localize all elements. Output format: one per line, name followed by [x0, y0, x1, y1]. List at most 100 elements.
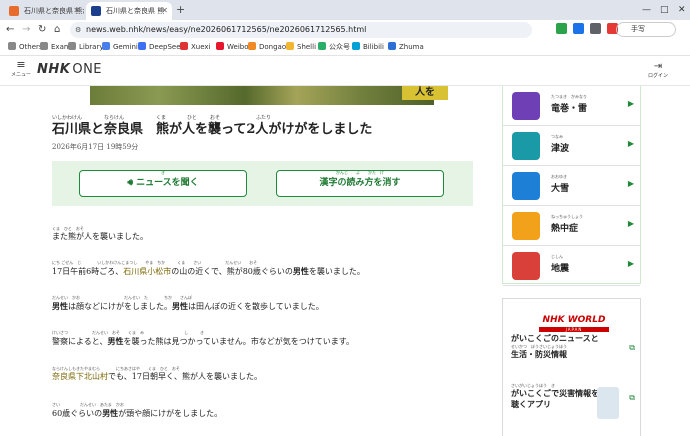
bookmark-icon — [40, 42, 48, 50]
main-content: 人を いしかわけん ならけん くま ひと おそ ふたり 石川県と奈良県 熊が人を… — [0, 86, 690, 436]
text-segment: の山の近くで、熊が80歳ぐらいの — [171, 267, 293, 276]
bookmark-icon — [286, 42, 294, 50]
nhk-world-logo[interactable]: NHK WORLD JAPAN — [539, 307, 609, 332]
emphasized-word: 男性 — [107, 336, 124, 346]
listen-label: ニュースを聞く — [136, 178, 199, 188]
article-header: いしかわけん ならけん くま ひと おそ ふたり 石川県と奈良県 熊が人を襲って… — [52, 114, 476, 152]
extension-icon[interactable] — [590, 23, 601, 34]
disaster-links-panel: たつまき かみなり 竜巻・雷 ▶ つなみ 津波 ▶ おおゆき 大雪 ▶ ねっちゅうしょう 熱中症 ▶ じ… — [502, 86, 641, 286]
text-segment: 17日午前6時ごろ、 — [52, 267, 124, 276]
text-segment: を襲いました。 — [308, 267, 365, 276]
paragraph-ruby: にち ごぜん じ いしかわけんこまつし やま ちか くま さい だんせい おそ — [52, 260, 258, 265]
bookmark-icon — [388, 42, 396, 50]
world-link-app[interactable]: さいがいじょうほう き がいこくごで災害情報を 聴くアプリ ⧉ — [511, 383, 635, 419]
browser-tab-1[interactable]: 石川県と奈良県 熊が人を ✕ — [4, 2, 84, 20]
new-tab-button[interactable]: + — [176, 2, 185, 18]
window-controls: — □ ✕ — [580, 0, 690, 20]
bookmark-item[interactable]: Bilibili — [352, 40, 384, 55]
button-ruby: き — [161, 170, 165, 175]
emphasized-word: 男性 — [292, 266, 309, 276]
bookmark-item[interactable]: Weibo — [216, 40, 249, 55]
page-title: 石川県と奈良県 熊が人を襲って2人がけがをしました — [52, 122, 373, 137]
bookmark-item[interactable]: Others — [8, 40, 43, 55]
logo-sub: ONE — [72, 62, 103, 77]
bookmark-icon — [138, 42, 146, 50]
close-window-icon[interactable]: ✕ — [678, 0, 686, 20]
hide-ruby-button[interactable]: かんじ よ かた け 漢字の読み方を消す — [276, 170, 444, 197]
text-segment: は田んぼの近くを散歩していました。 — [188, 302, 324, 311]
emphasized-word: 男性 — [52, 301, 68, 311]
translate-button[interactable]: 手写 — [616, 22, 676, 37]
disaster-link[interactable]: つなみ 津波 ▶ — [503, 126, 640, 166]
forward-icon[interactable]: → — [22, 23, 30, 37]
close-icon[interactable]: ✕ — [73, 2, 80, 20]
extension-icon[interactable] — [573, 23, 584, 34]
external-link-icon: ⧉ — [629, 343, 635, 352]
login-label: ログイン — [647, 73, 668, 79]
disaster-link[interactable]: おおゆき 大雪 ▶ — [503, 166, 640, 206]
address-bar-row: ← → ↻ ⌂ ⚙ news.web.nhk/news/easy/ne20260… — [0, 20, 690, 40]
disaster-link[interactable]: じしん 地震 ▶ — [503, 246, 640, 286]
close-icon[interactable]: ✕ — [161, 2, 168, 20]
home-icon[interactable]: ⌂ — [54, 23, 60, 37]
article-date: 2026年6月17日 19時59分 — [52, 143, 139, 151]
link-label: 大雪 — [551, 184, 570, 194]
url-text: news.web.nhk/news/easy/ne2026061712565/n… — [86, 25, 367, 34]
site-header: ≡ メニュー NHK ONE ⇥ ログイン — [0, 56, 690, 86]
link-ruby: じしん — [551, 254, 563, 259]
bookmark-icon — [352, 42, 360, 50]
bookmark-label: Dongao — [259, 43, 287, 51]
bookmark-item[interactable]: Shelli — [286, 40, 316, 55]
bookmark-item[interactable]: Xuexi — [180, 40, 211, 55]
url-field[interactable]: ⚙ news.web.nhk/news/easy/ne2026061712565… — [70, 22, 532, 38]
menu-label: メニュー — [10, 72, 31, 78]
link-label: 津波 — [551, 144, 570, 154]
bookmark-label: Gemini — [113, 43, 138, 51]
bookmark-icon — [8, 42, 16, 50]
bookmark-label: Shelli — [297, 43, 317, 51]
article-paragraph: 奈良県下北山村でも、17日朝早く、熊が人を襲いました。 — [52, 372, 262, 382]
bookmark-item[interactable]: Dongao — [248, 40, 286, 55]
bookmark-item[interactable]: Exam — [40, 40, 71, 55]
translate-label: 手写 — [631, 25, 645, 33]
back-icon[interactable]: ← — [6, 23, 14, 37]
listen-news-button[interactable]: き 🔊︎ ニュースを聞く — [79, 170, 247, 197]
bookmark-icon — [180, 42, 188, 50]
title-ruby: いしかわけん ならけん くま ひと おそ ふたり — [52, 115, 272, 121]
arrow-right-icon: ▶ — [627, 139, 634, 148]
bookmark-item[interactable]: Library — [68, 40, 103, 55]
bookmark-item[interactable]: Zhuma — [388, 40, 424, 55]
extension-icon[interactable] — [556, 23, 567, 34]
tab-favicon — [91, 6, 101, 16]
bookmark-item[interactable]: Gemini — [102, 40, 138, 55]
button-ruby: かんじ よ かた け — [336, 170, 384, 175]
link-ruby: ねっちゅうしょう — [551, 214, 583, 219]
bookmark-icon — [248, 42, 256, 50]
emphasized-word: 男性 — [102, 408, 119, 418]
hamburger-icon: ≡ — [16, 58, 26, 71]
bookmark-label: Others — [19, 43, 43, 51]
menu-button[interactable]: ≡ メニュー — [10, 59, 32, 79]
nhk-one-logo[interactable]: NHK ONE — [37, 62, 102, 77]
article-paragraph: 警察によると、男性を襲った熊は見つかっていません。市などが気をつけています。 — [52, 336, 354, 347]
world-link-news[interactable]: がいこくごのニュースと せいかつ ぼうさいじょうほう 生活・防災情報 ⧉ — [511, 333, 635, 360]
link-ruby: たつまき かみなり — [551, 94, 587, 99]
minimize-icon[interactable]: — — [642, 0, 651, 20]
text-segment: は顔などにけがをしました。 — [68, 302, 172, 311]
paragraph-ruby: ならけんしもきたやまむら にちあさはや くま ひと おそ — [52, 366, 180, 371]
article-hero-image: 人を — [90, 86, 448, 105]
bookmark-item[interactable]: 公众号 — [318, 40, 350, 55]
text-segment: が頭や顔にけがをしました。 — [118, 409, 223, 418]
login-button[interactable]: ⇥ ログイン — [646, 61, 670, 80]
disaster-link[interactable]: ねっちゅうしょう 熱中症 ▶ — [503, 206, 640, 246]
bookmark-item[interactable]: DeepSeek — [138, 40, 185, 55]
paragraph-ruby: だんせい かお だんせい た ちか さんぽ — [52, 295, 192, 300]
browser-tab-2[interactable]: 石川県と奈良県 熊 ✕ — [86, 2, 172, 20]
arrow-right-icon: ▶ — [627, 179, 634, 188]
browser-tab-strip: 石川県と奈良県 熊が人を ✕ 石川県と奈良県 熊 ✕ + — □ ✕ — [0, 0, 690, 20]
maximize-icon[interactable]: □ — [660, 0, 669, 20]
site-info-icon[interactable]: ⚙ — [75, 22, 81, 38]
reload-icon[interactable]: ↻ — [38, 23, 46, 37]
disaster-link[interactable]: たつまき かみなり 竜巻・雷 ▶ — [503, 86, 640, 126]
tab-title: 石川県と奈良県 熊 — [106, 7, 165, 15]
